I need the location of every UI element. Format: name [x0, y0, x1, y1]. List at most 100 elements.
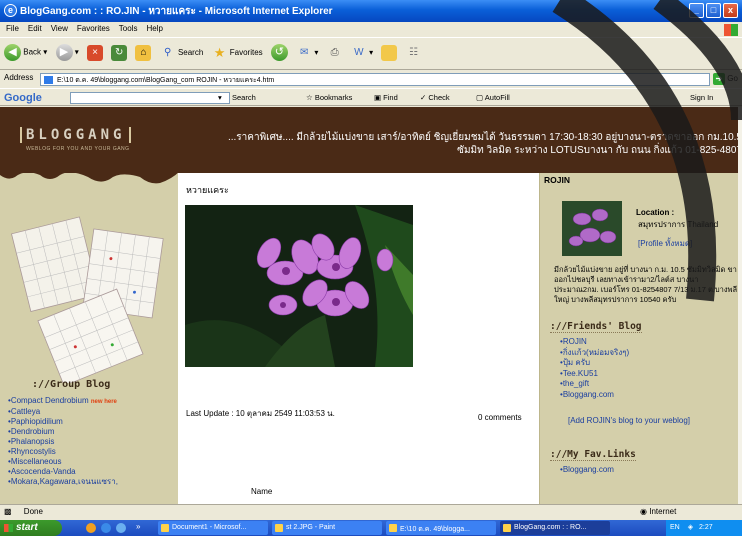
ie-quicklaunch-icon[interactable]	[101, 523, 111, 533]
history-icon: ↺	[270, 44, 288, 61]
taskbar-item-document1[interactable]: Document1 - Microsof...	[158, 521, 268, 535]
page-icon: ▩	[4, 507, 12, 516]
autofill-button[interactable]: ▢ AutoFill	[476, 93, 510, 102]
taskbar-item-paint[interactable]: st 2.JPG - Paint	[272, 521, 382, 535]
quicklaunch-expand-icon[interactable]: »	[136, 522, 140, 531]
menu-file[interactable]: File	[6, 24, 19, 33]
go-arrow-icon: ➔	[713, 73, 725, 85]
go-button[interactable]: ➔ Go	[713, 73, 738, 85]
google-dropdown-icon[interactable]: ▾	[218, 93, 222, 102]
menu-view[interactable]: View	[51, 24, 68, 33]
group-item-paphiopidilium[interactable]: Paphiopidilium	[8, 417, 118, 427]
group-blog-title: ://Group Blog	[32, 379, 111, 390]
status-bar: ▩ Done ◉ Internet	[0, 504, 742, 520]
friend-item-pum[interactable]: ปุ้ม ครับ	[560, 358, 629, 369]
research-button[interactable]: ☷	[406, 45, 422, 61]
right-sidebar: ROJIN Location : สมุทรปราการ Thailand [P…	[539, 173, 742, 504]
stop-button[interactable]: ×	[87, 44, 103, 61]
history-button[interactable]: ↺	[270, 44, 288, 61]
folder-icon	[381, 44, 398, 61]
favorites-button[interactable]: ★ Favorites	[212, 45, 263, 61]
friends-blog-title: ://Friends' Blog	[550, 321, 642, 333]
taskbar-item-bloggang[interactable]: BlogGang.com : : RO...	[500, 521, 610, 535]
mail-icon: ✉	[299, 46, 309, 58]
star-icon: ★	[213, 44, 226, 60]
forward-button[interactable]: ▶ ▾	[55, 44, 79, 61]
taskbar: start » Document1 - Microsof... st 2.JPG…	[0, 520, 742, 536]
minimize-button[interactable]: _	[689, 3, 704, 18]
desktop-quicklaunch-icon[interactable]	[116, 523, 126, 533]
signin-button[interactable]: Sign In	[690, 93, 713, 102]
main-content: หวายแคระ Last Update: 10 ตุลาคม 2549 11…	[178, 173, 539, 504]
find-button[interactable]: ▣ Find	[374, 93, 398, 102]
group-item-mokara[interactable]: Mokara,Kagawara,เจนนแซรา,	[8, 477, 118, 487]
google-search-input[interactable]	[70, 92, 230, 104]
group-item-miscellaneous[interactable]: Miscellaneous	[8, 457, 118, 467]
menu-favorites[interactable]: Favorites	[77, 24, 110, 33]
bookmarks-button[interactable]: ☆ Bookmarks	[306, 93, 352, 102]
google-search-button[interactable]: Search	[232, 93, 256, 102]
language-indicator[interactable]: EN	[670, 524, 680, 531]
last-update-text: Last Update : 10 ตุลาคม 2549 11:03:53 น.	[186, 409, 335, 418]
window-title: BlogGang.com : : RO.JIN - หวายแคระ - Mic…	[20, 6, 333, 17]
friend-item-rojin[interactable]: ROJIN	[560, 337, 629, 348]
add-to-weblog-link[interactable]: [Add ROJIN's blog to your weblog]	[568, 416, 690, 425]
maximize-button[interactable]: □	[706, 3, 721, 18]
back-button[interactable]: ◀ Back ▾	[4, 44, 47, 61]
web-page: BLOGGANG WEBLOG FOR YOU AND YOUR GANG ..…	[0, 107, 742, 504]
avatar[interactable]	[562, 201, 622, 256]
check-button[interactable]: ✓ Check	[420, 93, 450, 102]
marquee-line-1: ...ราคาพิเศษ.... มีกล้วยไม้แบ่งขาย เสาร์…	[227, 132, 742, 143]
refresh-button[interactable]: ↻	[111, 44, 128, 61]
start-button[interactable]: start	[0, 520, 62, 536]
back-arrow-icon: ◀	[4, 44, 21, 61]
profile-link[interactable]: [Profile ทั้งหมด]	[638, 237, 692, 250]
tray-icon[interactable]: ◈	[688, 524, 693, 531]
menu-edit[interactable]: Edit	[28, 24, 42, 33]
globe-icon: ◉	[640, 507, 647, 516]
edit-icon: W	[354, 46, 364, 58]
group-item-compact-dendrobium[interactable]: Compact Dendrobium new here	[8, 396, 118, 407]
address-input[interactable]: E:\10 ต.ค. 49\bloggang.com\BlogGang_com …	[40, 73, 710, 86]
friend-item-tee-ku51[interactable]: Tee.KU51	[560, 369, 629, 380]
address-label: Address	[4, 73, 34, 82]
group-item-cattleya[interactable]: Cattleya	[8, 407, 118, 417]
logo-tagline: WEBLOG FOR YOU AND YOUR GANG	[26, 146, 130, 152]
standard-toolbar: ◀ Back ▾ ▶ ▾ × ↻ ⌂ ⚲ Search ★ Favorites …	[0, 37, 742, 70]
address-bar: Address E:\10 ต.ค. 49\bloggang.com\BlogG…	[0, 71, 742, 88]
friend-item-bloggang[interactable]: Bloggang.com	[560, 390, 629, 401]
calendar-illustration	[11, 216, 164, 383]
friend-item-kingkaew[interactable]: กิ่งแก้ว(หม่อมจริงๆ)	[560, 348, 629, 359]
left-sidebar: ://Group Blog Compact Dendrobium new her…	[0, 173, 178, 504]
firefox-quicklaunch-icon[interactable]	[86, 523, 96, 533]
group-item-phalanopsis[interactable]: Phalanopsis	[8, 437, 118, 447]
post-title: หวายแคระ	[186, 185, 229, 195]
edit-button[interactable]: W ▾	[351, 45, 373, 61]
friend-item-the-gift[interactable]: the_gift	[560, 379, 629, 390]
menu-tools[interactable]: Tools	[119, 24, 138, 33]
group-item-rhyncostylis[interactable]: Rhyncostylis	[8, 447, 118, 457]
print-button[interactable]: ⎙	[327, 45, 343, 61]
fav-link-bloggang[interactable]: Bloggang.com	[560, 465, 614, 476]
group-item-dendrobium[interactable]: Dendrobium	[8, 427, 118, 437]
comments-link[interactable]: 0 comments	[478, 413, 522, 422]
marquee: ...ราคาพิเศษ.... มีกล้วยไม้แบ่งขาย เสาร์…	[228, 131, 742, 157]
bloggang-logo[interactable]: BLOGGANG	[20, 127, 132, 143]
search-button[interactable]: ⚲ Search	[160, 45, 203, 61]
clock: 2:27	[699, 524, 713, 531]
taskbar-item-explorer[interactable]: E:\10 ต.ค. 49\blogga...	[386, 521, 496, 535]
orchid-photo[interactable]	[185, 205, 413, 367]
home-button[interactable]: ⌂	[135, 44, 152, 61]
system-tray: EN ◈ 2:27	[666, 520, 742, 536]
menu-bar: File Edit View Favorites Tools Help	[0, 22, 742, 36]
mail-button[interactable]: ✉ ▾	[296, 45, 318, 61]
close-button[interactable]: x	[723, 3, 738, 18]
home-icon: ⌂	[135, 44, 152, 61]
group-item-ascocenda-vanda[interactable]: Ascocenda-Vanda	[8, 467, 118, 477]
folder-button[interactable]	[381, 44, 398, 61]
google-toolbar: Google ▾ Search ☆ Bookmarks ▣ Find ✓ Che…	[0, 88, 742, 106]
forward-arrow-icon: ▶	[55, 44, 73, 61]
vertical-scrollbar[interactable]	[738, 107, 742, 504]
internet-zone: ◉ Internet	[640, 507, 677, 516]
menu-help[interactable]: Help	[146, 24, 162, 33]
